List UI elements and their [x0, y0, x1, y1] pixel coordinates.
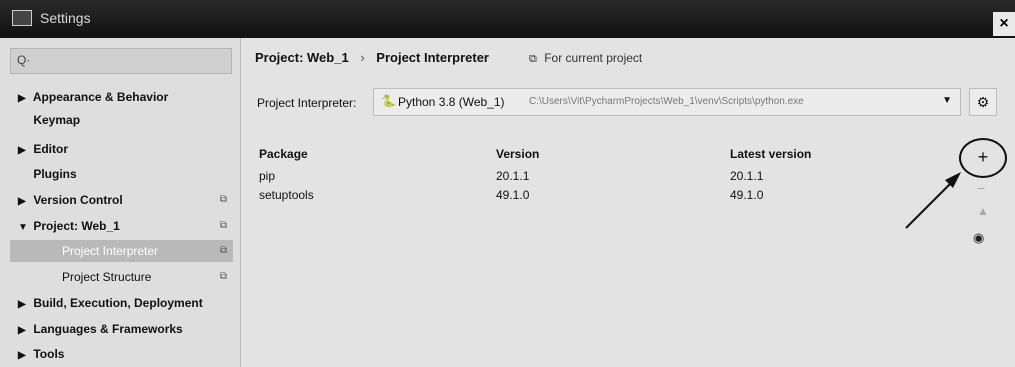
python-icon: 🐍 — [381, 94, 396, 108]
sidebar-item-label: Project: Web_1 — [33, 219, 120, 233]
remove-package-button[interactable]: − — [977, 180, 985, 196]
sidebar-item-project-interpreter[interactable]: Project Interpreter ⧉ — [10, 240, 233, 262]
sidebar-item-label: Project Interpreter — [62, 244, 159, 258]
sidebar-item-editor[interactable]: ▶ Editor — [18, 138, 233, 160]
upgrade-package-button[interactable]: ▲ — [977, 204, 989, 218]
sidebar-item-project-structure[interactable]: Project Structure ⧉ — [10, 266, 233, 288]
expand-arrow-icon: ▶ — [18, 196, 26, 207]
settings-content: Project: Web_1 › Project Interpreter ⧉ F… — [241, 38, 1015, 367]
column-header-package[interactable]: Package — [259, 142, 496, 166]
show-early-releases-icon[interactable]: ◉ — [973, 230, 984, 246]
expand-arrow-icon: ▶ — [18, 145, 26, 156]
sidebar-item-appearance[interactable]: ▶ Appearance & Behavior — [18, 86, 233, 108]
project-scope-icon: ⧉ — [219, 194, 227, 205]
project-scope-icon: ⧉ — [219, 271, 227, 282]
table-header-row: Package Version Latest version — [259, 142, 959, 166]
breadcrumb-page: Project Interpreter — [376, 50, 489, 65]
sidebar-item-label: Languages & Frameworks — [33, 322, 183, 336]
sidebar-item-label: Version Control — [33, 193, 123, 207]
interpreter-path: C:\Users\Vit\PycharmProjects\Web_1\venv\… — [529, 96, 804, 107]
table-row[interactable]: pip 20.1.1 20.1.1 — [259, 166, 959, 185]
sidebar-item-project[interactable]: ▼ Project: Web_1 ⧉ — [18, 215, 233, 237]
project-scope-icon: ⧉ — [219, 220, 227, 231]
project-scope-icon: ⧉ — [219, 245, 227, 256]
sidebar-item-label: Editor — [33, 142, 69, 156]
sidebar-item-build[interactable]: ▶ Build, Execution, Deployment — [18, 292, 233, 314]
package-name: setuptools — [259, 187, 314, 202]
breadcrumb: Project: Web_1 › Project Interpreter — [255, 50, 489, 65]
expand-arrow-icon: ▶ — [18, 93, 26, 104]
gear-icon[interactable]: ⚙ — [969, 88, 997, 116]
for-current-project-label: For current project — [544, 51, 643, 65]
package-version: 20.1.1 — [496, 168, 530, 183]
collapse-arrow-icon: ▼ — [18, 222, 28, 233]
sidebar-item-plugins[interactable]: Plugins — [18, 163, 233, 185]
interpreter-label: Project Interpreter: — [257, 96, 357, 110]
search-icon: Q· — [17, 53, 31, 67]
expand-arrow-icon: ▶ — [18, 325, 26, 336]
sidebar-item-keymap[interactable]: Keymap — [18, 109, 233, 131]
sidebar-item-label: Project Structure — [62, 270, 152, 284]
packages-table: Package Version Latest version pip 20.1.… — [259, 142, 959, 204]
search-input[interactable]: Q· — [10, 48, 232, 74]
sidebar-item-tools[interactable]: ▶ Tools — [18, 343, 233, 365]
table-row[interactable]: setuptools 49.1.0 49.1.0 — [259, 185, 959, 204]
breadcrumb-project[interactable]: Project: Web_1 — [255, 50, 349, 65]
column-header-version[interactable]: Version — [496, 142, 730, 166]
sidebar-item-label: Keymap — [33, 113, 81, 127]
close-button[interactable]: × — [993, 12, 1015, 36]
interpreter-select[interactable]: 🐍 Python 3.8 (Web_1) C:\Users\Vit\Pychar… — [373, 88, 961, 116]
sidebar-item-languages[interactable]: ▶ Languages & Frameworks — [18, 318, 233, 340]
window-title: Settings — [40, 10, 91, 26]
settings-sidebar: Q· ▶ Appearance & Behavior Keymap ▶ Edit… — [0, 38, 241, 367]
settings-app-icon — [12, 10, 32, 26]
chevron-down-icon: ▼ — [942, 95, 952, 106]
expand-arrow-icon: ▶ — [18, 299, 26, 310]
title-bar: Settings × — [0, 0, 1015, 38]
breadcrumb-separator-icon: › — [360, 50, 365, 65]
sidebar-item-version-control[interactable]: ▶ Version Control ⧉ — [18, 189, 233, 211]
expand-arrow-icon: ▶ — [18, 350, 26, 361]
project-scope-icon: ⧉ — [529, 53, 537, 65]
for-current-project-note: ⧉ For current project — [529, 51, 642, 66]
package-name: pip — [259, 168, 276, 183]
sidebar-item-label: Appearance & Behavior — [32, 90, 169, 104]
sidebar-item-label: Tools — [33, 347, 65, 361]
sidebar-item-label: Plugins — [33, 167, 77, 181]
column-header-latest-version[interactable]: Latest version — [730, 142, 959, 166]
interpreter-value: Python 3.8 (Web_1) — [398, 95, 505, 109]
annotation-arrow-icon — [905, 172, 961, 229]
package-version: 49.1.0 — [496, 187, 530, 202]
sidebar-item-label: Build, Execution, Deployment — [33, 296, 203, 310]
